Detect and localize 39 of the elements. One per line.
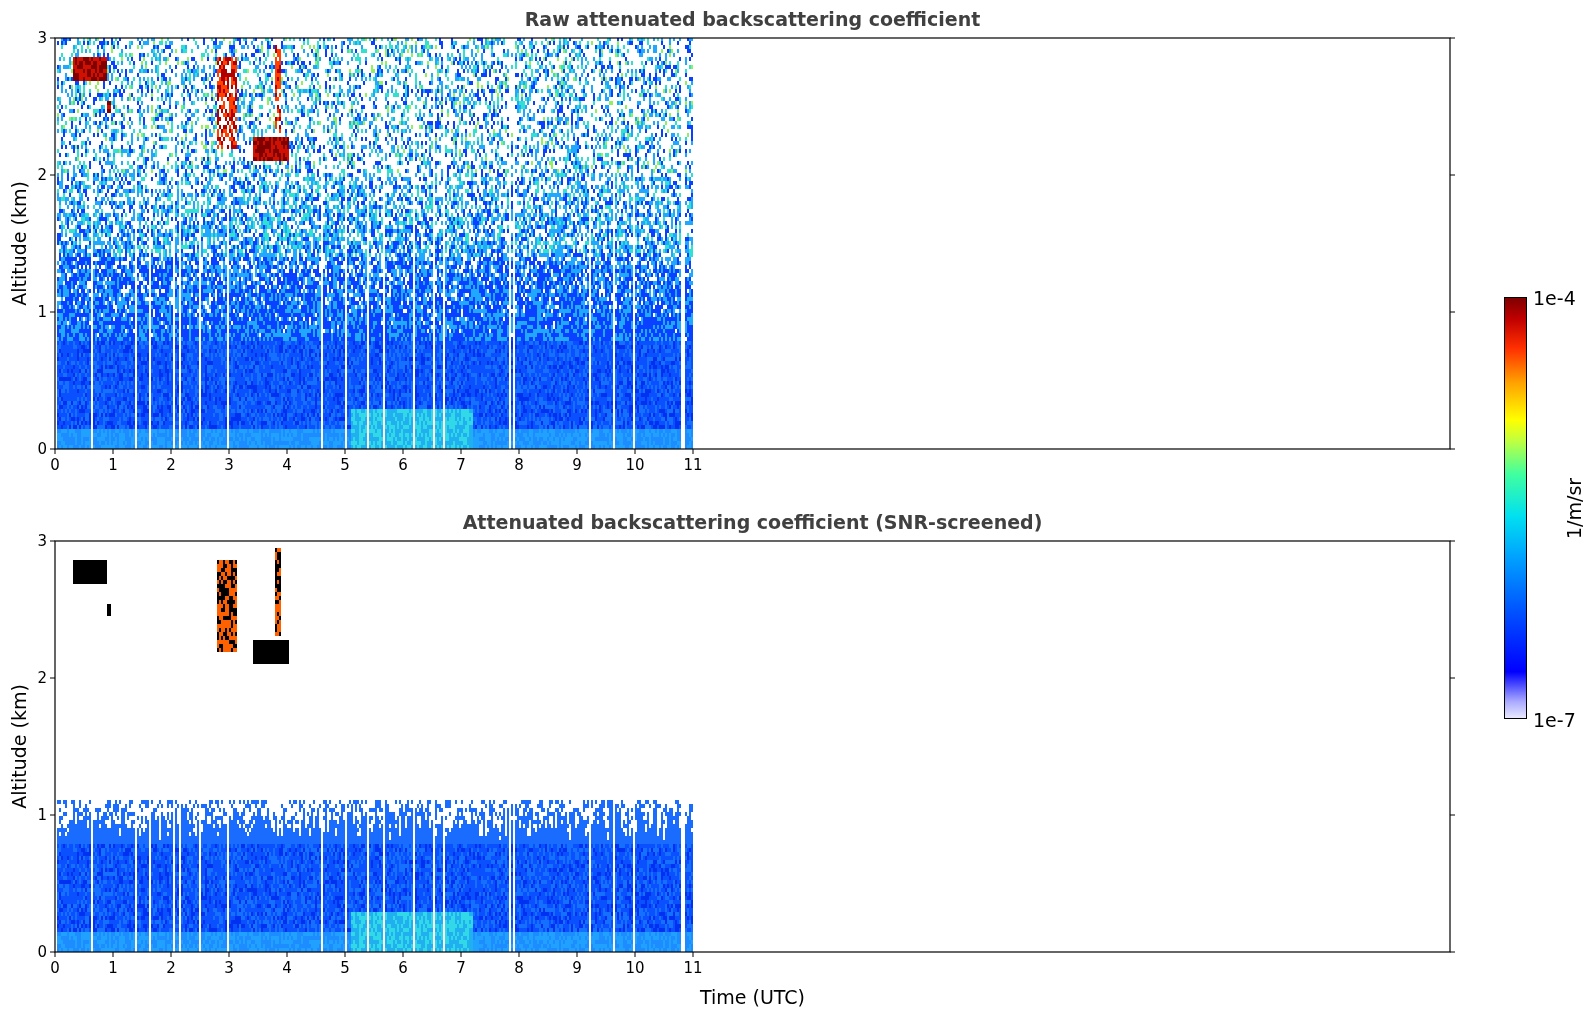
tick-label: 0 <box>50 456 60 474</box>
tick-label: 4 <box>282 456 292 474</box>
tick-label: 2 <box>37 669 47 687</box>
tick-label: 8 <box>514 456 524 474</box>
tick-label: 11 <box>683 959 703 977</box>
tick-label: 7 <box>456 456 466 474</box>
tick-label: 1 <box>37 806 47 824</box>
tick-label: 0 <box>50 959 60 977</box>
tick-label: 0 <box>37 440 47 458</box>
tick-label: 3 <box>224 456 234 474</box>
tick-label: 2 <box>37 166 47 184</box>
tick-label: 8 <box>514 959 524 977</box>
tick-label: 6 <box>398 959 408 977</box>
chart-title: Raw attenuated backscattering coefficient <box>524 8 981 30</box>
tick-label: 5 <box>340 959 350 977</box>
axis-label: Time (UTC) <box>700 986 805 1008</box>
tick-label: 9 <box>572 959 582 977</box>
axis-label: Altitude (km) <box>8 684 30 809</box>
chart-title: Attenuated backscattering coefficient (SNR-screened) <box>462 511 1043 533</box>
tick-label: 10 <box>625 456 645 474</box>
tick-label: 1 <box>108 959 118 977</box>
tick-label: 6 <box>398 456 408 474</box>
tick-label: 0 <box>37 943 47 961</box>
tick-label: 3 <box>224 959 234 977</box>
tick-label: 1e-4 <box>1533 287 1576 309</box>
tick-label: 1 <box>37 303 47 321</box>
tick-label: 2 <box>166 959 176 977</box>
tick-label: 3 <box>37 29 47 47</box>
tick-label: 1e-7 <box>1533 709 1576 731</box>
tick-label: 1 <box>108 456 118 474</box>
tick-label: 11 <box>683 456 703 474</box>
tick-label: 2 <box>166 456 176 474</box>
tick-label: 3 <box>37 532 47 550</box>
tick-label: 5 <box>340 456 350 474</box>
axis-label: Altitude (km) <box>8 181 30 306</box>
tick-label: 10 <box>625 959 645 977</box>
tick-label: 4 <box>282 959 292 977</box>
tick-label: 9 <box>572 456 582 474</box>
tick-label: 7 <box>456 959 466 977</box>
